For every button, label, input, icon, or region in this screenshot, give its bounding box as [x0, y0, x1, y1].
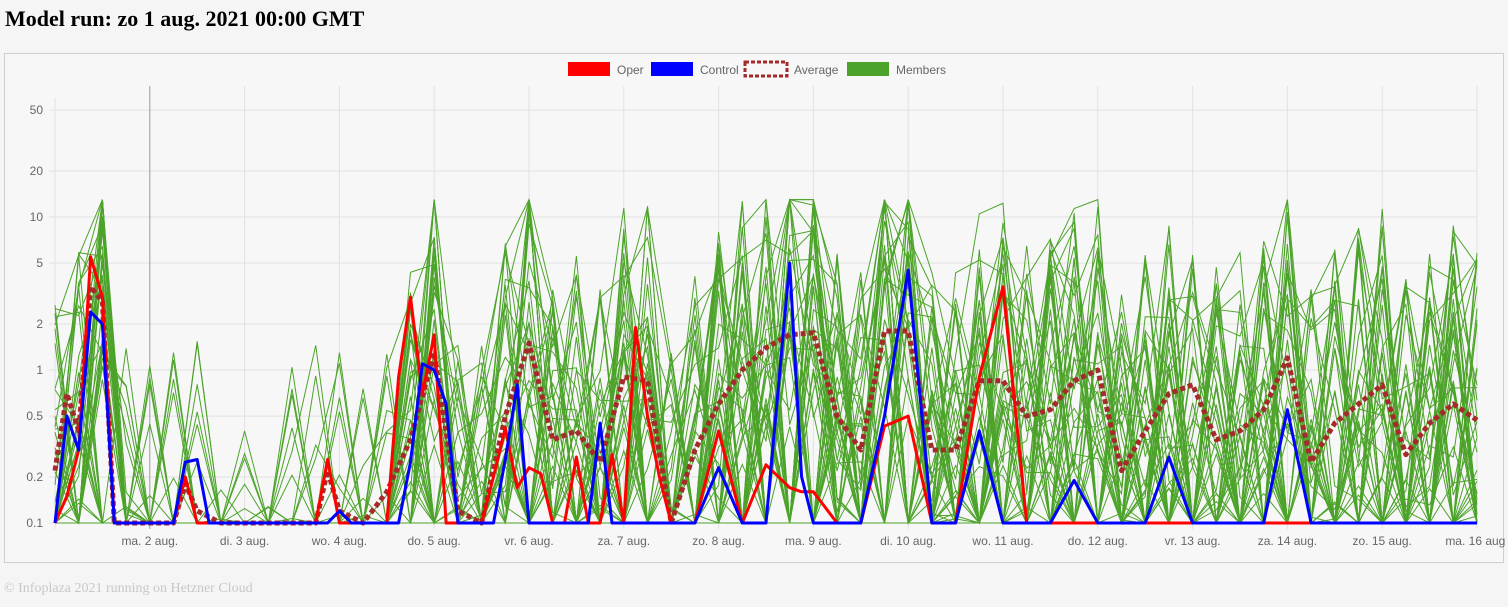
x-tick-label: do. 5 aug.: [408, 534, 461, 548]
y-tick-label: 50: [30, 103, 44, 117]
page-title: Model run: zo 1 aug. 2021 00:00 GMT: [5, 6, 365, 31]
x-tick-label: wo. 11 aug.: [971, 534, 1033, 548]
legend-label-control[interactable]: Control: [700, 63, 739, 77]
legend-label-members[interactable]: Members: [896, 63, 946, 77]
footer-copyright: © Infoplaza 2021 running on Hetzner Clou…: [4, 581, 253, 596]
x-tick-label: ma. 2 aug.: [121, 534, 178, 548]
x-tick-label: vr. 6 aug.: [504, 534, 553, 548]
x-tick-label: za. 14 aug.: [1258, 534, 1317, 548]
members-series-line: [54, 199, 1477, 525]
legend-swatch-average[interactable]: [743, 60, 789, 78]
x-tick-label: do. 12 aug.: [1068, 534, 1128, 548]
chart-panel: 0.1 0.2 0.5 1 2 5 10 20 50 ma. 2 aug. di. 3 aug. wo…: [4, 53, 1505, 563]
x-tick-label: di. 10 aug.: [880, 534, 936, 548]
x-tick-label: vr. 13 aug.: [1165, 534, 1221, 548]
x-tick-label: ma. 16 aug.: [1445, 534, 1505, 548]
x-tick-label: ma. 9 aug.: [785, 534, 842, 548]
legend-label-oper[interactable]: Oper: [617, 63, 644, 77]
ensemble-line-chart: 0.1 0.2 0.5 1 2 5 10 20 50 ma. 2 aug. di. 3 aug. wo…: [26, 60, 1505, 548]
y-tick-label: 1: [36, 363, 43, 377]
control-series-line: [53, 261, 1477, 525]
y-tick-label: 0.2: [26, 470, 43, 484]
legend-swatch-control[interactable]: [651, 62, 693, 76]
x-tick-label: wo. 4 aug.: [311, 534, 367, 548]
legend-swatch-oper[interactable]: [568, 62, 610, 76]
y-tick-label: 10: [30, 210, 44, 224]
legend-swatch-members[interactable]: [847, 62, 889, 76]
x-tick-label: di. 3 aug.: [220, 534, 269, 548]
x-tick-label: zo. 15 aug.: [1353, 534, 1412, 548]
y-tick-label: 2: [36, 317, 43, 331]
members-series-line: [54, 227, 1478, 525]
legend-label-average[interactable]: Average: [794, 63, 839, 77]
x-tick-label: za. 7 aug.: [597, 534, 650, 548]
y-tick-label: 20: [30, 164, 44, 178]
y-tick-label: 0.5: [26, 409, 43, 423]
x-tick-label: zo. 8 aug.: [692, 534, 745, 548]
y-tick-label: 0.1: [26, 516, 43, 530]
y-tick-label: 5: [36, 256, 43, 270]
